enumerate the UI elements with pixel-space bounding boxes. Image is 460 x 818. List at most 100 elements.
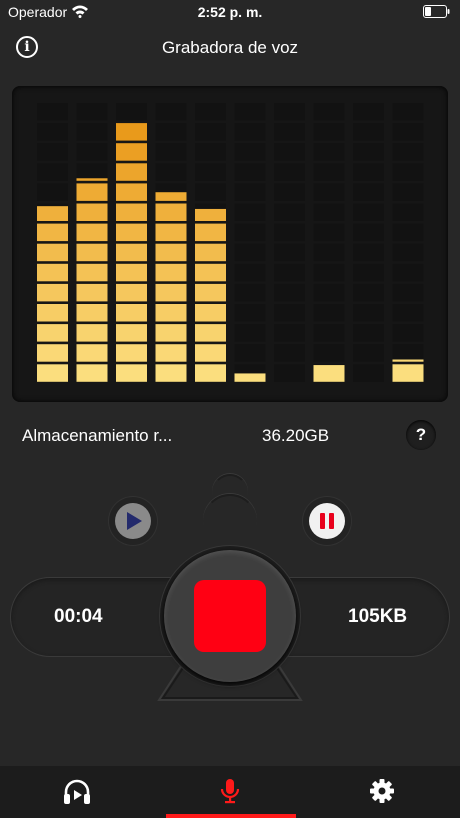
gear-icon xyxy=(370,779,394,803)
meter-segment xyxy=(116,103,147,121)
play-button[interactable] xyxy=(115,503,151,539)
meter-segment xyxy=(392,344,424,362)
meter-segment xyxy=(392,143,424,161)
tab-recordings[interactable] xyxy=(12,766,142,818)
meter-segment xyxy=(353,243,384,262)
meter-level-bar xyxy=(116,364,147,382)
meter-segment xyxy=(313,183,345,201)
meter-level-bar xyxy=(116,263,147,282)
meter-level-bar xyxy=(155,263,187,282)
meter-segment xyxy=(313,243,345,262)
tab-record[interactable] xyxy=(165,766,295,818)
meter-segment xyxy=(353,324,384,342)
meter-level-bar xyxy=(37,304,68,322)
storage-value: 36.20GB xyxy=(262,426,330,445)
meter-level-bar xyxy=(76,304,108,322)
meter-level-bar xyxy=(37,243,68,262)
meter-segment xyxy=(313,324,345,342)
meter-segment xyxy=(274,283,305,302)
meter-segment xyxy=(392,123,424,141)
meter-segment xyxy=(76,123,108,141)
meter-segment xyxy=(274,364,305,382)
meter-segment xyxy=(234,223,266,242)
storage-label: Almacenamiento r... xyxy=(22,426,173,445)
meter-segment xyxy=(353,143,384,161)
meter-segment xyxy=(392,223,424,242)
meter-level-bar xyxy=(195,243,226,262)
meter-segment xyxy=(37,123,68,141)
meter-level-bar xyxy=(116,324,147,342)
meter-segment xyxy=(274,203,305,221)
tab-settings[interactable] xyxy=(317,766,447,818)
meter-segment xyxy=(195,183,226,201)
meter-segment xyxy=(234,324,266,342)
meter-segment xyxy=(313,304,345,322)
headphones-play-icon xyxy=(64,779,90,804)
meter-segment xyxy=(37,143,68,161)
meter-segment xyxy=(234,163,266,181)
decorative-arc xyxy=(203,494,257,548)
meter-level-bar xyxy=(76,364,108,382)
page-title: Grabadora de voz xyxy=(161,38,299,57)
meter-level-bar xyxy=(155,283,187,302)
status-time: 2:52 p. m. xyxy=(197,4,263,20)
meter-level-bar xyxy=(195,208,226,221)
meter-level-bar xyxy=(76,223,108,242)
meter-segment xyxy=(234,123,266,141)
meter-level-bar xyxy=(195,364,226,382)
meter-level-bar xyxy=(37,263,68,282)
meter-segment xyxy=(392,203,424,221)
meter-segment xyxy=(392,243,424,262)
meter-segment xyxy=(274,183,305,201)
meter-segment xyxy=(313,223,345,242)
meter-level-bar xyxy=(116,344,147,362)
meter-level-bar xyxy=(313,365,345,382)
tab-bar xyxy=(0,766,460,818)
meter-level-bar xyxy=(116,223,147,242)
level-meter-graphic xyxy=(37,103,424,382)
meter-segment xyxy=(392,183,424,201)
meter-segment xyxy=(155,103,187,121)
meter-segment xyxy=(274,223,305,242)
level-meter xyxy=(12,86,448,402)
meter-segment xyxy=(353,203,384,221)
meter-level-bar xyxy=(37,364,68,382)
meter-segment xyxy=(234,344,266,362)
meter-segment xyxy=(76,163,108,181)
meter-segment xyxy=(313,344,345,362)
meter-segment xyxy=(234,283,266,302)
meter-level-bar xyxy=(37,344,68,362)
meter-segment xyxy=(155,143,187,161)
meter-segment xyxy=(392,103,424,121)
meter-segment xyxy=(353,163,384,181)
microphone-icon xyxy=(220,779,240,804)
help-button[interactable]: ? xyxy=(406,420,436,450)
pause-button[interactable] xyxy=(309,503,345,539)
meter-level-bar xyxy=(155,203,187,221)
meter-level-bar xyxy=(116,304,147,322)
meter-level-bar xyxy=(76,263,108,282)
meter-segment xyxy=(234,243,266,262)
meter-level-bar xyxy=(116,283,147,302)
meter-segment xyxy=(76,143,108,161)
meter-segment xyxy=(392,263,424,282)
meter-level-bar xyxy=(195,304,226,322)
meter-level-bar xyxy=(116,123,147,141)
meter-segment xyxy=(234,183,266,201)
meter-segment xyxy=(392,283,424,302)
meter-segment xyxy=(353,283,384,302)
meter-level-bar xyxy=(155,344,187,362)
meter-segment xyxy=(37,103,68,121)
meter-segment xyxy=(313,283,345,302)
meter-level-bar xyxy=(37,324,68,342)
storage-row: Almacenamiento r... 36.20GB ? xyxy=(0,418,460,452)
meter-segment xyxy=(76,103,108,121)
meter-level-bar xyxy=(155,324,187,342)
meter-segment xyxy=(313,143,345,161)
meter-segment xyxy=(195,103,226,121)
meter-level-bar xyxy=(37,206,68,221)
meter-segment xyxy=(353,183,384,201)
meter-segment xyxy=(353,123,384,141)
meter-level-bar xyxy=(76,324,108,342)
stop-record-button[interactable] xyxy=(194,580,266,652)
